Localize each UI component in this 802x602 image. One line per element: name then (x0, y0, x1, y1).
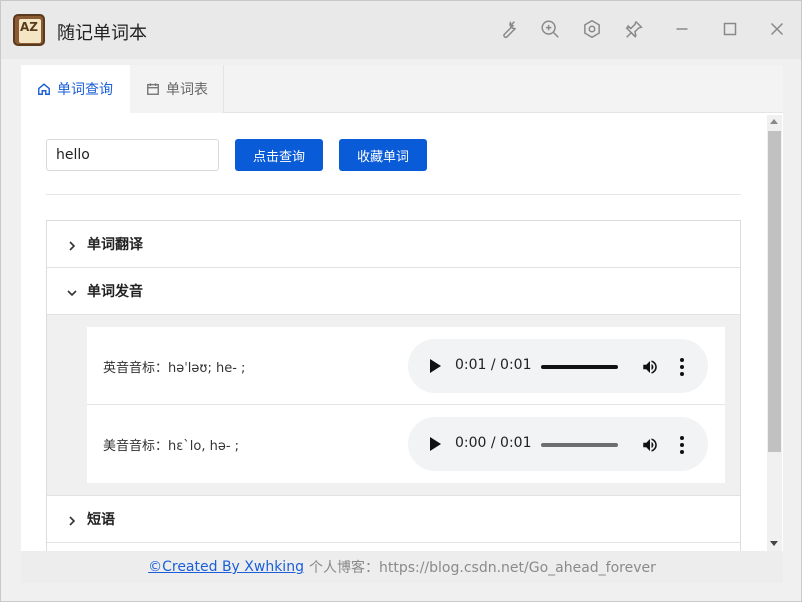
blog-text: 个人博客：https://blog.csdn.net/Go_ahead_fore… (308, 560, 656, 576)
query-button[interactable]: 点击查询 (235, 139, 323, 171)
wrench-icon[interactable] (497, 18, 519, 40)
section-next-header[interactable] (47, 543, 740, 551)
uk-audio-player: 0:01 / 0:01 (408, 339, 708, 393)
maximize-icon[interactable] (719, 18, 741, 40)
app-title: 随记单词本 (57, 23, 147, 44)
divider (46, 194, 741, 195)
footer: ©Created By Xwhking 个人博客：https://blog.cs… (21, 551, 783, 583)
app-logo-letters: AZ (20, 20, 38, 34)
pronunciation-panel: 英音音标：həˈləʊ; he- ; 0:01 / 0:01 美音音标：hɛˋl… (47, 315, 740, 496)
volume-icon[interactable] (641, 358, 659, 376)
app-window: AZ 随记单词本 单词查询 单词表 hello 点击查询 收藏单词 单词翻译 单… (0, 0, 802, 602)
collect-word-button[interactable]: 收藏单词 (339, 139, 427, 171)
tab-word-list-label: 单词表 (166, 82, 208, 98)
result-collapse: 单词翻译 单词发音 英音音标：həˈləʊ; he- ; 0:01 / 0:01 (46, 220, 741, 551)
pronunciation-list: 英音音标：həˈləʊ; he- ; 0:01 / 0:01 美音音标：hɛˋl… (87, 327, 725, 483)
play-icon[interactable] (430, 359, 441, 373)
more-options-icon[interactable] (680, 436, 684, 454)
section-phrases-header[interactable]: 短语 (47, 496, 740, 543)
main-content: 单词查询 单词表 点击查询 收藏单词 单词翻译 单词发音 (21, 65, 783, 551)
chevron-down-icon (67, 286, 77, 297)
close-icon[interactable] (766, 18, 788, 40)
us-phonetic-label: 美音音标：hɛˋlo, hə- ; (103, 439, 240, 454)
section-title: 短语 (87, 512, 115, 528)
section-title: 单词翻译 (87, 237, 143, 253)
audio-progress-track[interactable] (541, 365, 618, 369)
app-logo-icon: AZ (13, 14, 45, 46)
tab-word-list[interactable]: 单词表 (130, 65, 224, 113)
volume-icon[interactable] (641, 436, 659, 454)
uk-phonetic-label: 英音音标：həˈləʊ; he- ; (103, 361, 246, 376)
scrollbar[interactable] (767, 115, 782, 551)
minimize-icon[interactable] (671, 18, 693, 40)
title-bar[interactable]: AZ 随记单词本 (1, 1, 801, 59)
audio-time: 0:01 / 0:01 (455, 357, 532, 373)
pronunciation-row-uk: 英音音标：həˈləʊ; he- ; 0:01 / 0:01 (87, 327, 725, 405)
us-audio-player: 0:00 / 0:01 (408, 417, 708, 471)
pin-icon[interactable] (623, 18, 645, 40)
word-search-input[interactable] (46, 139, 219, 171)
home-icon (38, 82, 50, 95)
play-icon[interactable] (430, 437, 441, 451)
tab-word-query-label: 单词查询 (57, 81, 113, 98)
section-translation-header[interactable]: 单词翻译 (47, 221, 740, 268)
chevron-right-icon (67, 514, 77, 526)
author-link[interactable]: ©Created By Xwhking (148, 559, 304, 575)
more-options-icon[interactable] (680, 358, 684, 376)
audio-progress-track[interactable] (541, 443, 618, 447)
scroll-down-arrow-icon[interactable] (770, 541, 778, 546)
section-title: 单词发音 (87, 284, 143, 300)
calendar-icon (147, 83, 159, 95)
section-pronunciation-header[interactable]: 单词发音 (47, 268, 740, 315)
chevron-right-icon (67, 239, 77, 251)
tab-bar: 单词查询 单词表 (21, 65, 783, 113)
audio-time: 0:00 / 0:01 (455, 435, 532, 451)
pronunciation-row-us: 美音音标：hɛˋlo, hə- ; 0:00 / 0:01 (87, 405, 725, 483)
tab-word-query[interactable]: 单词查询 (21, 65, 130, 113)
hexagon-settings-icon[interactable] (581, 18, 603, 40)
zoom-in-icon[interactable] (539, 18, 561, 40)
scroll-thumb[interactable] (768, 131, 781, 452)
scroll-up-arrow-icon[interactable] (770, 119, 778, 124)
